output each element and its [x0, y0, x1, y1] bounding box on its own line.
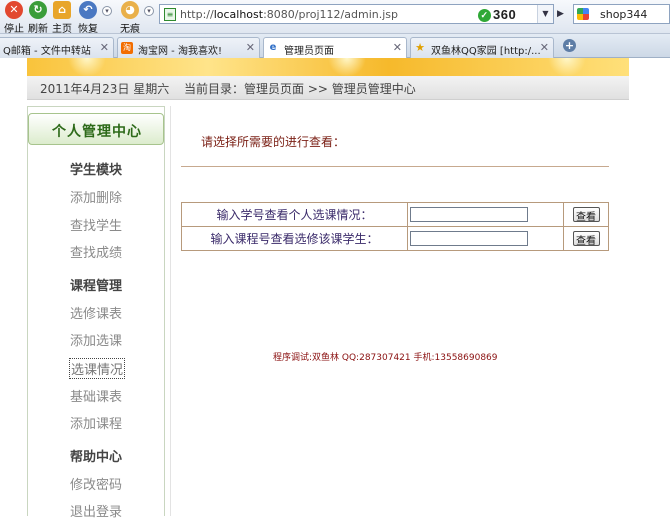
- refresh-icon: ↻: [29, 1, 47, 19]
- nav-item-add-course[interactable]: 添加课程: [70, 413, 122, 432]
- query-table: 输入学号查看个人选课情况： 查看 输入课程号查看选修该课学生： 查看: [181, 202, 609, 251]
- secure-brand-badge: ✓ 360: [478, 7, 516, 22]
- taobao-icon: 淘: [121, 42, 133, 54]
- divider: [181, 166, 609, 167]
- view-student-button[interactable]: 查看: [572, 206, 600, 223]
- page-icon: ≡: [164, 8, 176, 21]
- new-tab-icon[interactable]: +: [563, 39, 576, 52]
- home-button[interactable]: ⌂ 主页: [48, 1, 76, 35]
- current-date: 2011年4月23日 星期六: [40, 82, 170, 96]
- ie-page-icon: e: [269, 42, 277, 53]
- address-bar[interactable]: ≡ http://localhost:8080/proj112/admin.js…: [159, 4, 554, 24]
- undo-dropdown-icon[interactable]: ▾: [102, 6, 112, 16]
- undo-icon: ↶: [79, 1, 97, 19]
- query-input-cell: [407, 226, 564, 251]
- nav-item-find-grades[interactable]: 查找成绩: [70, 242, 122, 261]
- course-id-input[interactable]: [410, 231, 528, 246]
- stop-icon: ✕: [5, 1, 23, 19]
- tab-shuangyulin[interactable]: ★ 双鱼林QQ家园 [http:/... ✕: [410, 37, 554, 58]
- go-icon[interactable]: ▶: [557, 6, 569, 22]
- address-url[interactable]: http://localhost:8080/proj112/admin.jsp: [180, 8, 398, 21]
- view-course-button[interactable]: 查看: [572, 230, 600, 247]
- star-icon: ★: [415, 41, 425, 54]
- student-id-input[interactable]: [410, 207, 528, 222]
- incognito-button[interactable]: ◕ 无痕: [116, 1, 144, 35]
- incognito-icon: ◕: [121, 1, 139, 19]
- nav-item-add-selection[interactable]: 添加选课: [70, 330, 122, 349]
- nav-item-add-delete[interactable]: 添加删除: [70, 187, 122, 206]
- query-label-student: 输入学号查看个人选课情况：: [181, 202, 408, 227]
- tab-admin-page[interactable]: e 管理员页面 ✕: [263, 37, 407, 59]
- tab-qq-mail[interactable]: Q邮箱 - 文件中转站 ✕: [0, 37, 114, 58]
- address-dropdown-icon[interactable]: ▼: [537, 5, 553, 23]
- undo-button[interactable]: ↶ 恢复: [74, 1, 102, 35]
- table-row: 输入学号查看个人选课情况： 查看: [181, 202, 609, 227]
- nav-item-basic-courses[interactable]: 基础课表: [70, 386, 122, 405]
- banner-decoration: [327, 58, 367, 76]
- home-icon: ⌂: [53, 1, 71, 19]
- sidebar: 个人管理中心 学生模块 添加删除 查找学生 查找成绩 课程管理 选修课表 添加选…: [27, 106, 165, 520]
- sidebar-title: 个人管理中心: [52, 124, 142, 140]
- close-icon[interactable]: ✕: [540, 41, 549, 54]
- nav-heading-course: 课程管理: [70, 279, 123, 294]
- page-banner: [27, 58, 629, 76]
- nav-item-change-password[interactable]: 修改密码: [70, 474, 122, 493]
- query-button-cell: 查看: [563, 202, 609, 227]
- banner-decoration: [67, 58, 107, 76]
- search-engine-icon: [577, 8, 589, 20]
- query-input-cell: [407, 202, 564, 227]
- query-button-cell: 查看: [563, 226, 609, 251]
- breadcrumb: 当前目录：管理员页面 >> 管理员管理中心: [184, 82, 416, 96]
- nav-item-find-student[interactable]: 查找学生: [70, 215, 122, 234]
- tab-taobao[interactable]: 淘 淘宝网 - 淘我喜欢! ✕: [117, 37, 260, 58]
- nav-item-logout[interactable]: 退出登录: [70, 501, 122, 520]
- nav-item-elective-list[interactable]: 选修课表: [70, 303, 122, 322]
- incognito-dropdown-icon[interactable]: ▾: [144, 6, 154, 16]
- main-content: 请选择所需要的进行查看： 输入学号查看个人选课情况： 查看 输入课程号查看选修该…: [170, 106, 629, 516]
- nav-heading-student: 学生模块: [70, 163, 123, 178]
- close-icon[interactable]: ✕: [100, 41, 109, 54]
- page-prompt: 请选择所需要的进行查看：: [201, 135, 346, 149]
- browser-toolbar: ✕ 停止 ↻ 刷新 ⌂ 主页 ↶ 恢复 ▾ ◕ 无痕 ▾ ≡ http://lo…: [0, 0, 670, 35]
- banner-decoration: [547, 58, 587, 76]
- search-text[interactable]: shop344: [600, 8, 647, 21]
- search-box[interactable]: shop344: [573, 4, 670, 24]
- debug-footer: 程序调试:双鱼林 QQ:287307421 手机:13558690869: [273, 353, 498, 363]
- info-bar: 2011年4月23日 星期六 当前目录：管理员页面 >> 管理员管理中心: [27, 76, 629, 100]
- nav-item-selection-status[interactable]: 选课情况: [69, 358, 126, 379]
- close-icon[interactable]: ✕: [246, 41, 255, 54]
- table-row: 输入课程号查看选修该课学生： 查看: [181, 226, 609, 251]
- check-icon: ✓: [478, 9, 491, 22]
- query-label-course: 输入课程号查看选修该课学生：: [181, 226, 408, 251]
- nav-heading-help: 帮助中心: [70, 450, 123, 465]
- close-icon[interactable]: ✕: [393, 41, 402, 54]
- sidebar-header: 个人管理中心: [28, 113, 164, 145]
